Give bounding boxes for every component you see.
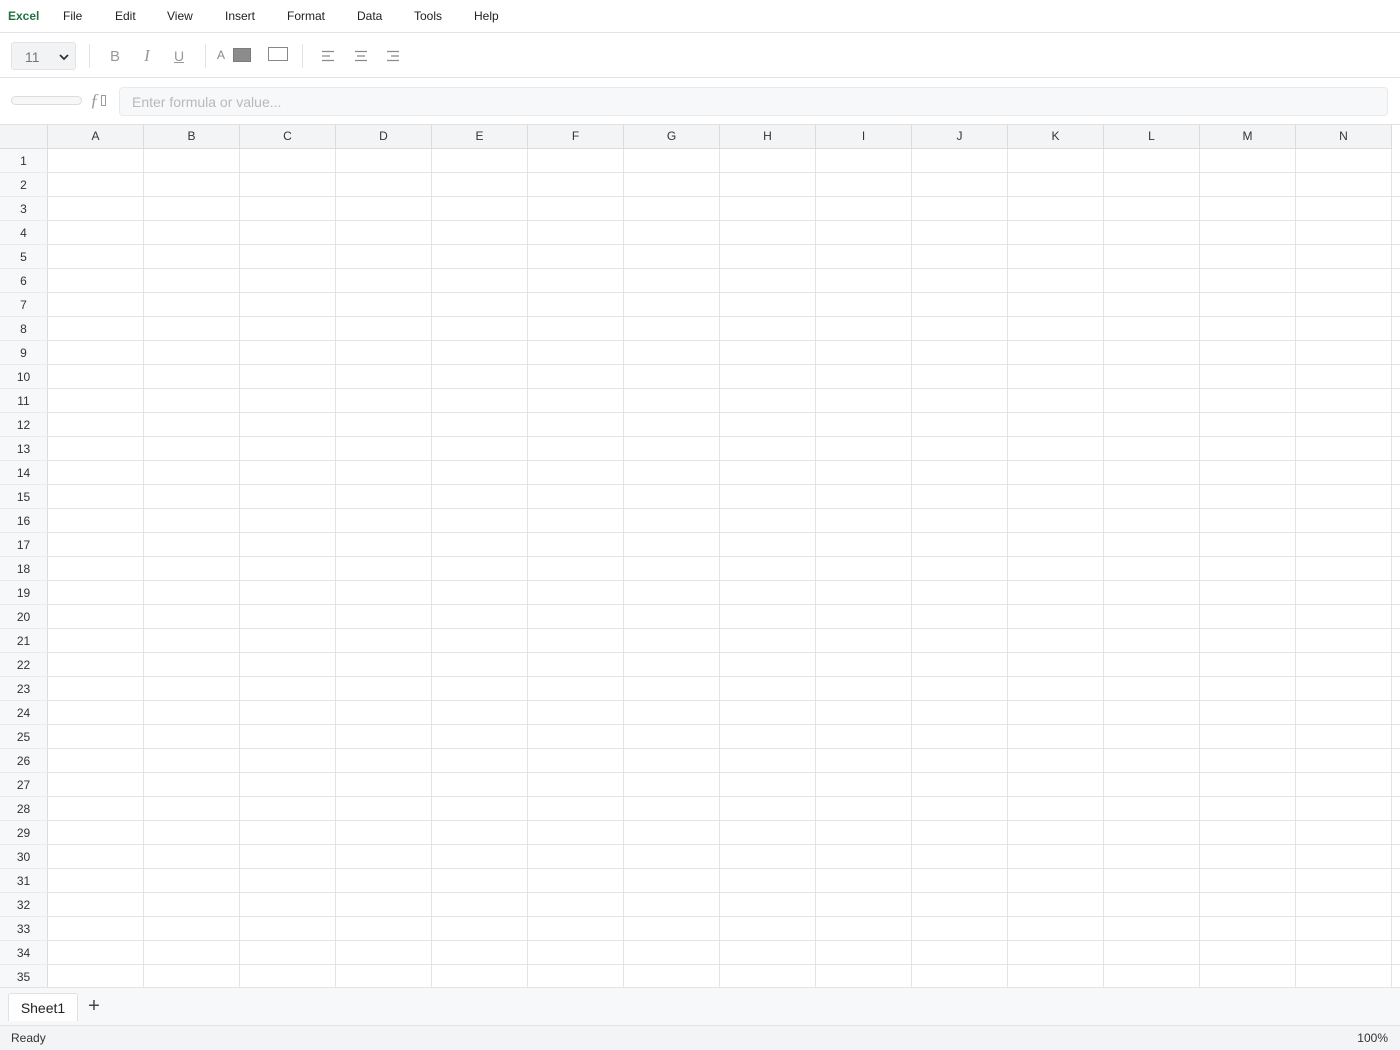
row-header-11[interactable]: 11 [0, 389, 48, 413]
toolbar-divider [302, 44, 303, 68]
row-header-29[interactable]: 29 [0, 821, 48, 845]
chevron-down-icon [59, 54, 69, 61]
row-header-26[interactable]: 26 [0, 749, 48, 773]
font-color-label: A [217, 48, 226, 62]
column-header-l[interactable]: L [1104, 125, 1200, 149]
italic-button[interactable]: I [135, 44, 159, 68]
underline-button[interactable]: U [167, 44, 191, 68]
name-box[interactable] [11, 96, 82, 105]
row-header-7[interactable]: 7 [0, 293, 48, 317]
column-header-n[interactable]: N [1296, 125, 1392, 149]
column-header-b[interactable]: B [144, 125, 240, 149]
row-header-30[interactable]: 30 [0, 845, 48, 869]
column-header-j[interactable]: J [912, 125, 1008, 149]
align-center-icon [355, 50, 367, 62]
toolbar-divider [205, 44, 206, 68]
menu-bar: Excel File Edit View Insert Format Data … [0, 0, 1400, 33]
row-header-3[interactable]: 3 [0, 197, 48, 221]
align-left-icon [322, 50, 334, 62]
row-header-12[interactable]: 12 [0, 413, 48, 437]
row-header-33[interactable]: 33 [0, 917, 48, 941]
menu-data[interactable]: Data [357, 9, 382, 23]
row-header-13[interactable]: 13 [0, 437, 48, 461]
row-header-21[interactable]: 21 [0, 629, 48, 653]
zoom-level[interactable]: 100% [1357, 1031, 1388, 1045]
row-header-19[interactable]: 19 [0, 581, 48, 605]
row-header-25[interactable]: 25 [0, 725, 48, 749]
column-header-m[interactable]: M [1200, 125, 1296, 149]
cell-area[interactable] [48, 149, 1400, 987]
row-header-20[interactable]: 20 [0, 605, 48, 629]
toolbar-divider [89, 44, 90, 68]
add-sheet-button[interactable]: + [85, 995, 103, 1017]
column-header-f[interactable]: F [528, 125, 624, 149]
row-header-2[interactable]: 2 [0, 173, 48, 197]
font-color-swatch [233, 48, 251, 62]
align-left-button[interactable] [316, 44, 340, 68]
font-color-button[interactable]: A [215, 46, 253, 66]
menu-file[interactable]: File [63, 9, 82, 23]
column-header-k[interactable]: K [1008, 125, 1104, 149]
row-header-15[interactable]: 15 [0, 485, 48, 509]
formula-bar: ƒ [0, 78, 1400, 125]
align-center-button[interactable] [349, 44, 373, 68]
row-header-18[interactable]: 18 [0, 557, 48, 581]
row-header-28[interactable]: 28 [0, 797, 48, 821]
menu-view[interactable]: View [167, 9, 193, 23]
menu-insert[interactable]: Insert [225, 9, 255, 23]
row-header-14[interactable]: 14 [0, 461, 48, 485]
column-header-h[interactable]: H [720, 125, 816, 149]
row-header-23[interactable]: 23 [0, 677, 48, 701]
align-right-icon [387, 50, 399, 62]
column-header-a[interactable]: A [48, 125, 144, 149]
row-header-35[interactable]: 35 [0, 965, 48, 987]
row-header-17[interactable]: 17 [0, 533, 48, 557]
align-right-button[interactable] [381, 44, 405, 68]
app-logo: Excel [8, 9, 40, 23]
menu-format[interactable]: Format [287, 9, 325, 23]
formula-input[interactable] [119, 87, 1388, 116]
borders-button[interactable] [268, 47, 288, 61]
status-bar: Ready 100% [0, 1025, 1400, 1050]
spreadsheet-grid: A B C D E F G H I J K L M N 1 2 3 4 5 6 7 8 9 10 11 12 13 14 15 16 17 1… [0, 125, 1400, 987]
row-header-9[interactable]: 9 [0, 341, 48, 365]
sheet-tab[interactable]: Sheet1 [8, 993, 78, 1021]
function-icon: ƒ [90, 90, 99, 110]
row-header-31[interactable]: 31 [0, 869, 48, 893]
menu-help[interactable]: Help [474, 9, 499, 23]
row-header-24[interactable]: 24 [0, 701, 48, 725]
font-size-select[interactable]: 11 [11, 42, 76, 70]
row-header-8[interactable]: 8 [0, 317, 48, 341]
toolbar: 11 B I U A [0, 33, 1400, 78]
row-header-4[interactable]: 4 [0, 221, 48, 245]
column-header-g[interactable]: G [624, 125, 720, 149]
row-header-5[interactable]: 5 [0, 245, 48, 269]
row-header-6[interactable]: 6 [0, 269, 48, 293]
column-header-c[interactable]: C [240, 125, 336, 149]
column-header-i[interactable]: I [816, 125, 912, 149]
column-header-d[interactable]: D [336, 125, 432, 149]
sheet-tab-bar: Sheet1 + [0, 987, 1400, 1025]
row-header-22[interactable]: 22 [0, 653, 48, 677]
row-header-27[interactable]: 27 [0, 773, 48, 797]
row-header-34[interactable]: 34 [0, 941, 48, 965]
row-header-10[interactable]: 10 [0, 365, 48, 389]
row-header-1[interactable]: 1 [0, 149, 48, 173]
bold-button[interactable]: B [103, 44, 127, 68]
status-text: Ready [11, 1031, 46, 1045]
column-header-e[interactable]: E [432, 125, 528, 149]
select-all-corner[interactable] [0, 125, 48, 149]
row-header-32[interactable]: 32 [0, 893, 48, 917]
row-header-16[interactable]: 16 [0, 509, 48, 533]
menu-edit[interactable]: Edit [115, 9, 136, 23]
font-size-value: 11 [25, 49, 40, 65]
menu-tools[interactable]: Tools [414, 9, 442, 23]
function-icon-box [101, 95, 106, 106]
